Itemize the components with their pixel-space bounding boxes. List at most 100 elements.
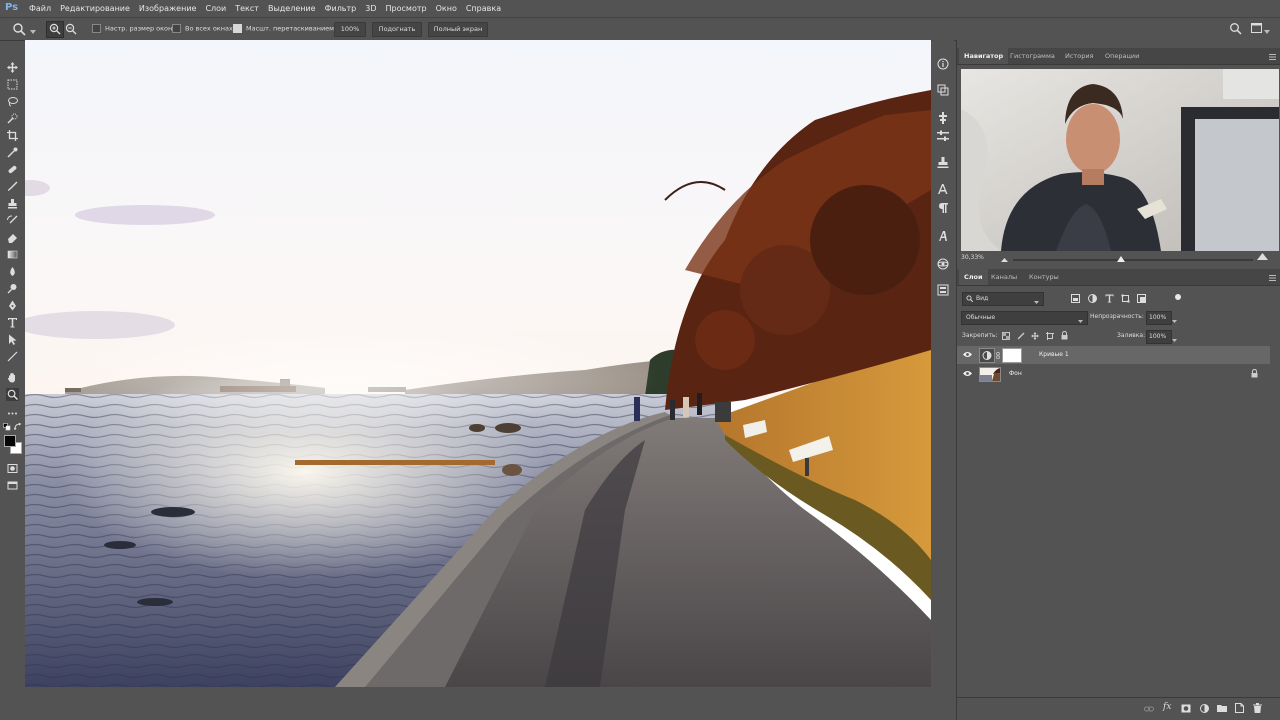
- marquee-tool-icon[interactable]: [6, 78, 19, 91]
- chevron-down-icon[interactable]: [30, 27, 36, 36]
- quick-mask-icon[interactable]: [6, 462, 19, 475]
- new-group-icon[interactable]: [1217, 704, 1227, 714]
- menu-help[interactable]: Справка: [466, 4, 501, 13]
- lock-image-pixels-icon[interactable]: [1017, 332, 1025, 342]
- new-layer-icon[interactable]: [1235, 703, 1244, 715]
- 3d-icon[interactable]: [937, 258, 949, 270]
- workspace-icon[interactable]: [1251, 23, 1262, 35]
- lasso-tool-icon[interactable]: [6, 95, 19, 108]
- brush-tool-icon[interactable]: [6, 180, 19, 193]
- fill-field[interactable]: 100%: [1146, 330, 1172, 344]
- more-tools-icon[interactable]: [6, 407, 19, 420]
- dodge-tool-icon[interactable]: [6, 282, 19, 295]
- zoom-tool-icon[interactable]: [12, 22, 26, 38]
- lock-artboard-icon[interactable]: [1046, 332, 1054, 342]
- tab-actions[interactable]: Операции: [1100, 48, 1144, 64]
- lock-position-icon[interactable]: [1031, 332, 1039, 342]
- info-icon[interactable]: [937, 58, 949, 70]
- menu-image[interactable]: Изображение: [139, 4, 197, 13]
- path-select-tool-icon[interactable]: [6, 333, 19, 346]
- line-tool-icon[interactable]: [6, 350, 19, 363]
- layer-row-background[interactable]: Фон: [957, 365, 1270, 383]
- new-adjustment-layer-icon[interactable]: [1200, 704, 1209, 715]
- history-brush-tool-icon[interactable]: [6, 214, 19, 227]
- quick-select-tool-icon[interactable]: [6, 112, 19, 125]
- filter-adjustment-layers-icon[interactable]: [1088, 294, 1097, 305]
- layer-filter-dropdown[interactable]: Вид: [962, 292, 1044, 306]
- visibility-eye-icon[interactable]: [963, 370, 972, 377]
- zoom-out-mountain-icon[interactable]: [1001, 255, 1008, 264]
- menu-file[interactable]: Файл: [29, 4, 51, 13]
- menu-window[interactable]: Окно: [436, 4, 457, 13]
- navigator-zoom-value[interactable]: 30,33%: [961, 254, 984, 261]
- add-mask-icon[interactable]: [1181, 704, 1191, 715]
- visibility-eye-icon[interactable]: [963, 351, 972, 358]
- hand-tool-icon[interactable]: [6, 371, 19, 384]
- menu-filter[interactable]: Фильтр: [325, 4, 357, 13]
- crop-tool-icon[interactable]: [6, 129, 19, 142]
- link-layers-icon[interactable]: [1144, 705, 1154, 715]
- properties-icon[interactable]: [937, 130, 949, 142]
- menu-view[interactable]: Просмотр: [386, 4, 427, 13]
- tab-channels[interactable]: Каналы: [986, 269, 1022, 285]
- tab-history[interactable]: История: [1060, 48, 1098, 64]
- trash-icon[interactable]: [1253, 703, 1262, 715]
- type-tool-icon[interactable]: [6, 316, 19, 329]
- document-canvas[interactable]: [25, 40, 931, 687]
- layer-row-curves[interactable]: Кривые 1: [957, 346, 1270, 364]
- swap-colors-icon[interactable]: [13, 422, 22, 433]
- zoom-in-button[interactable]: [46, 21, 64, 38]
- zoom-value-field[interactable]: 100%: [334, 22, 366, 37]
- all-windows-checkbox[interactable]: [172, 24, 181, 33]
- zoom-out-button[interactable]: [64, 22, 78, 38]
- filter-pixel-layers-icon[interactable]: [1071, 294, 1080, 305]
- pen-tool-icon[interactable]: [6, 299, 19, 312]
- zoom-tool-button-icon[interactable]: [6, 388, 19, 401]
- eyedropper-tool-icon[interactable]: [6, 146, 19, 159]
- workspace-chevron-icon[interactable]: [1264, 27, 1270, 36]
- eraser-tool-icon[interactable]: [6, 231, 19, 244]
- gradient-tool-icon[interactable]: [6, 248, 19, 261]
- layer-mask-thumbnail[interactable]: [1002, 348, 1022, 363]
- panel-menu-icon[interactable]: [1269, 53, 1276, 62]
- filter-shape-layers-icon[interactable]: [1121, 294, 1130, 305]
- fill-chevron-icon[interactable]: [1172, 335, 1177, 344]
- glyphs-icon[interactable]: [937, 230, 949, 242]
- tab-paths[interactable]: Контуры: [1024, 269, 1064, 285]
- zoom-slider-thumb[interactable]: [1117, 256, 1125, 262]
- filter-toggle-icon[interactable]: [1175, 294, 1181, 300]
- fit-screen-button[interactable]: Подогнать: [372, 22, 422, 37]
- paragraph-icon[interactable]: [937, 202, 949, 214]
- foreground-color-swatch[interactable]: [4, 435, 16, 447]
- lock-all-icon[interactable]: [1061, 330, 1068, 342]
- opacity-chevron-icon[interactable]: [1172, 316, 1177, 325]
- default-colors-icon[interactable]: [3, 423, 11, 433]
- resize-windows-option[interactable]: Настр. размер окон: [92, 24, 172, 33]
- healing-brush-tool-icon[interactable]: [6, 163, 19, 176]
- chain-link-icon[interactable]: [996, 352, 1000, 361]
- menu-layers[interactable]: Слои: [205, 4, 226, 13]
- search-icon[interactable]: [1229, 22, 1242, 37]
- all-windows-option[interactable]: Во всех окнах: [172, 24, 233, 33]
- screen-mode-icon[interactable]: [6, 479, 19, 492]
- menu-3d[interactable]: 3D: [365, 4, 376, 13]
- tab-histogram[interactable]: Гистограмма: [1005, 48, 1060, 64]
- menu-text[interactable]: Текст: [235, 4, 259, 13]
- opacity-field[interactable]: 100%: [1146, 311, 1172, 325]
- character-icon[interactable]: [937, 183, 949, 195]
- filter-type-layers-icon[interactable]: [1105, 294, 1114, 305]
- scrubby-zoom-checkbox[interactable]: [233, 24, 242, 33]
- tab-layers[interactable]: Слои: [959, 269, 988, 285]
- blend-mode-dropdown[interactable]: Обычные: [961, 311, 1088, 325]
- zoom-in-mountain-icon[interactable]: [1257, 253, 1268, 262]
- clone-source-icon[interactable]: [937, 84, 949, 96]
- clone-stamp-tool-icon[interactable]: [6, 197, 19, 210]
- blur-tool-icon[interactable]: [6, 265, 19, 278]
- scrubby-zoom-option[interactable]: Масшт. перетаскиванием: [233, 24, 334, 33]
- layers-panel-menu-icon[interactable]: [1269, 274, 1276, 283]
- navigator-preview[interactable]: [961, 69, 1279, 251]
- stamp-presets-icon[interactable]: [937, 157, 949, 169]
- layer-comps-icon[interactable]: [937, 284, 949, 296]
- tab-navigator[interactable]: Навигатор: [959, 48, 1009, 64]
- menu-select[interactable]: Выделение: [268, 4, 316, 13]
